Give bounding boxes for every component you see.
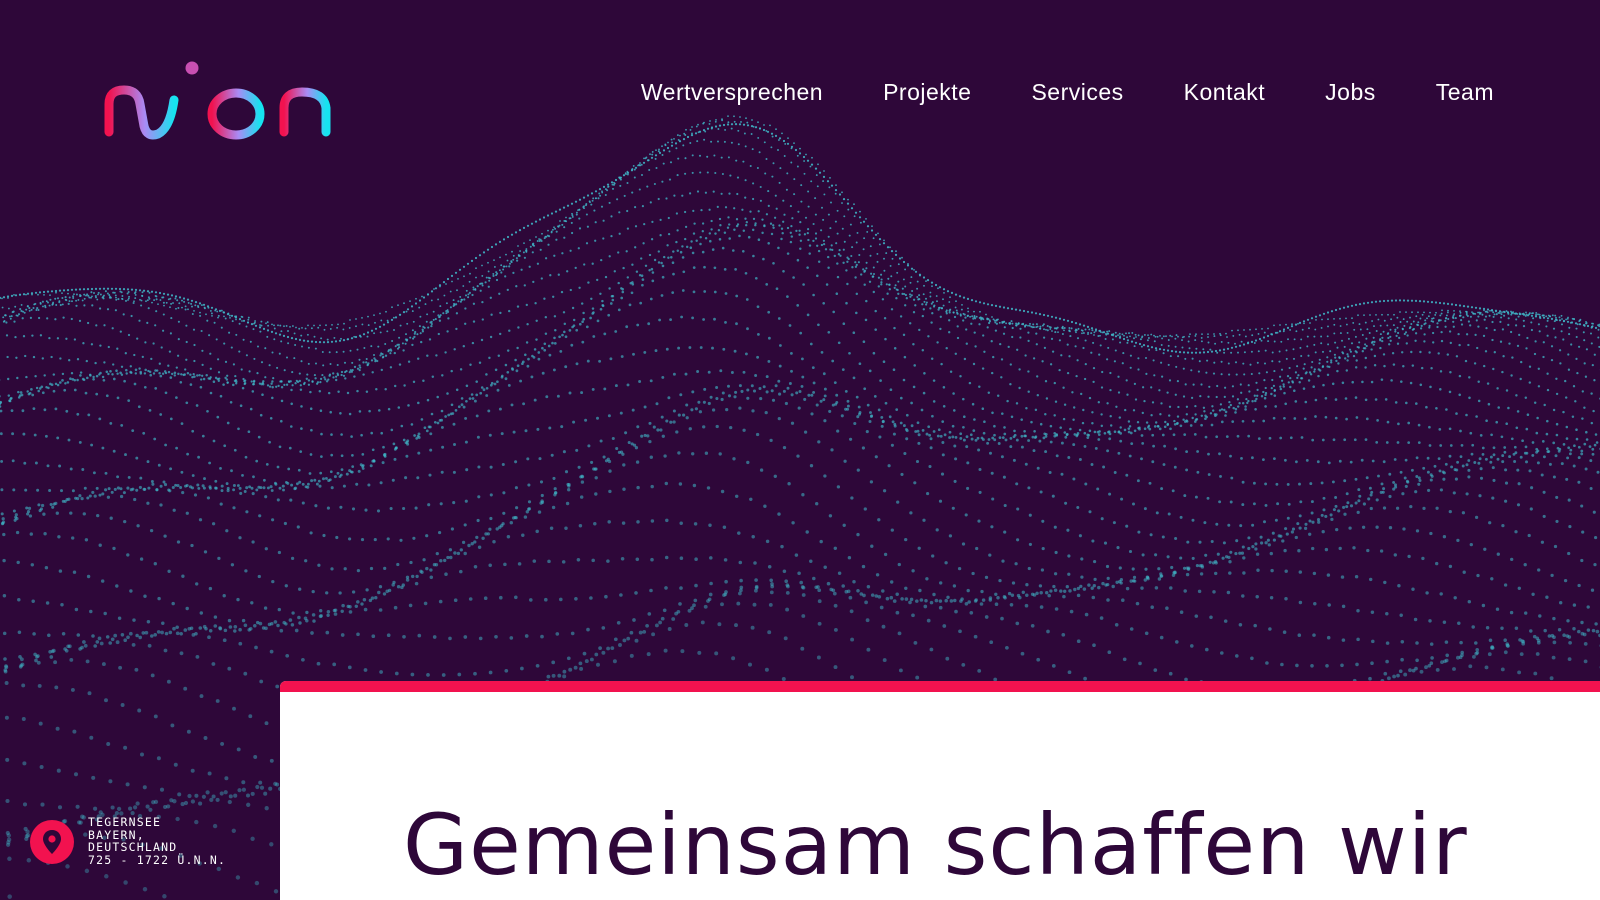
hero-page: Wertversprechen Projekte Services Kontak… (0, 0, 1600, 900)
nion-logo[interactable] (104, 60, 340, 144)
nav-item-jobs[interactable]: Jobs (1325, 79, 1376, 106)
location-line-elevation: 725 - 1722 Ü.N.N. (88, 852, 227, 867)
nav-item-team[interactable]: Team (1436, 79, 1494, 106)
location-line-country: Deutschland (88, 840, 178, 854)
nav-item-projekte[interactable]: Projekte (883, 79, 971, 106)
location-info: Tegernsee Bayern, Deutschland 725 - 1722… (30, 816, 226, 866)
nav-item-wertversprechen[interactable]: Wertversprechen (641, 79, 823, 106)
nav-item-kontakt[interactable]: Kontakt (1184, 79, 1266, 106)
location-line-town: Tegernsee (88, 815, 162, 829)
hero-headline: Gemeinsam schaffen wir (403, 796, 1468, 894)
card-accent-bar (280, 681, 1600, 692)
main-nav: Wertversprechen Projekte Services Kontak… (641, 74, 1494, 110)
map-pin-icon (30, 820, 74, 864)
location-text: Tegernsee Bayern, Deutschland 725 - 1722… (88, 816, 226, 866)
nav-item-services[interactable]: Services (1031, 79, 1123, 106)
